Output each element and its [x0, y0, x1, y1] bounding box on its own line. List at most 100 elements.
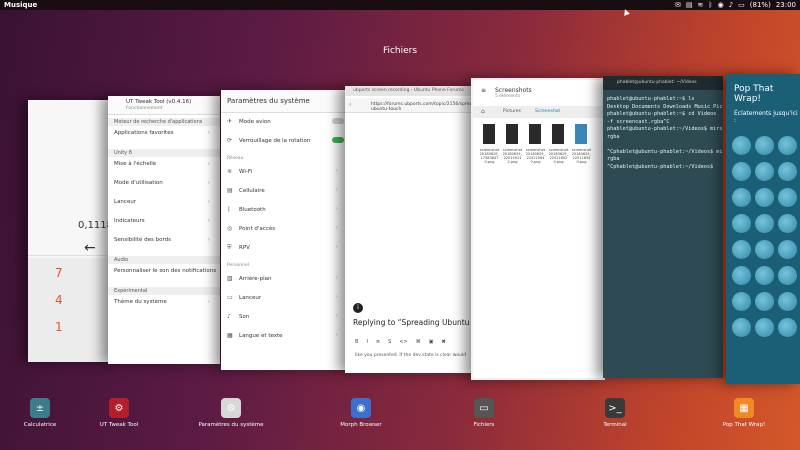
bubble[interactable]: [732, 318, 751, 337]
bubble[interactable]: [732, 266, 751, 285]
format-tool-icon[interactable]: ▣: [429, 339, 434, 345]
tab-bar[interactable]: ubports screen recording - Ubuntu Phone …: [345, 86, 475, 96]
format-tool-icon[interactable]: ⌘: [416, 339, 421, 345]
app-icon[interactable]: ◉: [351, 398, 371, 418]
format-tool-icon[interactable]: S: [388, 339, 391, 345]
window-card-morph-browser[interactable]: ubports screen recording - Ubuntu Phone …: [345, 86, 475, 373]
bluetooth-icon[interactable]: ᛒ: [708, 0, 712, 10]
settings-item[interactable]: ⟳ Verrouillage de la rotation: [221, 137, 348, 144]
location-icon[interactable]: ◉: [718, 0, 724, 10]
dock-item-morph-browser[interactable]: ◉ Morph Browser: [321, 398, 401, 428]
hamburger-icon[interactable]: ≡: [481, 87, 486, 94]
settings-item[interactable]: ▭ Lanceur ›: [221, 294, 348, 301]
app-icon[interactable]: ▭: [474, 398, 494, 418]
wifi-icon[interactable]: ≋: [698, 0, 704, 10]
dock-item-calculatrice[interactable]: ± Calculatrice: [0, 398, 80, 428]
settings-item[interactable]: ▤ Cellulaire ›: [221, 187, 348, 194]
file-thumbnail[interactable]: [506, 124, 518, 144]
battery-percent[interactable]: (81%): [750, 0, 771, 10]
format-tool-icon[interactable]: ✖: [441, 339, 445, 345]
bubble[interactable]: [755, 162, 774, 181]
battery-icon[interactable]: ▭: [738, 0, 745, 10]
file-thumbnail[interactable]: [575, 124, 587, 144]
app-icon[interactable]: ⚙: [221, 398, 241, 418]
window-card-system-settings[interactable]: Paramètres du système ✈ Mode avion ⟳ Verrou…: [221, 90, 348, 370]
bubble[interactable]: [732, 188, 751, 207]
reply-text[interactable]: like you presented. If the dev state is …: [355, 353, 466, 358]
app-icon[interactable]: ±: [30, 398, 50, 418]
backspace-icon[interactable]: ←: [84, 240, 96, 256]
bubble[interactable]: [755, 240, 774, 259]
bubble[interactable]: [732, 136, 751, 155]
format-tool-icon[interactable]: ≡: [376, 339, 380, 345]
bubble[interactable]: [755, 188, 774, 207]
window-card-tweak-tool[interactable]: UT Tweak Tool (v0.4.16) Fonctionnement M…: [108, 96, 220, 364]
bubble[interactable]: [778, 162, 797, 181]
bubble[interactable]: [755, 214, 774, 233]
key-1[interactable]: 1: [55, 320, 63, 334]
file-thumbnail[interactable]: [483, 124, 495, 144]
bubble[interactable]: [755, 292, 774, 311]
dock-item-fichiers[interactable]: ▭ Fichiers: [444, 398, 524, 428]
key-7[interactable]: 7: [55, 266, 63, 280]
settings-item[interactable]: ♪ Son ›: [221, 313, 348, 320]
tweak-list-item[interactable]: Thème du système ›: [108, 299, 220, 305]
window-card-files[interactable]: ≡ Screenshots 5 éléments ⌂ Pictures Scre…: [471, 78, 605, 380]
toggle-switch[interactable]: [332, 137, 344, 143]
indicator-tray[interactable]: ✉ ▤ ≋ ᛒ ◉ ♪ ▭ (81%) 23:00: [675, 0, 796, 10]
settings-item[interactable]: ≋ Wi-Fi ›: [221, 168, 348, 175]
format-tool-icon[interactable]: I: [366, 339, 367, 345]
bubble[interactable]: [778, 214, 797, 233]
tweak-list-item[interactable]: Lanceur ›: [108, 199, 220, 205]
window-card-calculator[interactable]: 0,1118 ← 7 4 1: [28, 100, 113, 362]
bubble[interactable]: [732, 214, 751, 233]
sound-icon[interactable]: ♪: [729, 0, 733, 10]
tweak-list-item[interactable]: Indicateurs ›: [108, 218, 220, 224]
settings-item[interactable]: ⛨ RPV ›: [221, 244, 348, 252]
tweak-list-item[interactable]: Applications favorites ›: [108, 130, 220, 136]
app-icon[interactable]: ⚙: [109, 398, 129, 418]
bubble[interactable]: [778, 240, 797, 259]
url-input[interactable]: https://forums.ubports.com/topic/2156/sp…: [371, 102, 475, 112]
bubble[interactable]: [732, 292, 751, 311]
tab-title[interactable]: ubports screen recording - Ubuntu Phone …: [353, 88, 464, 93]
bubble[interactable]: [732, 240, 751, 259]
back-icon[interactable]: ‹: [349, 101, 351, 108]
bubble[interactable]: [755, 266, 774, 285]
home-icon[interactable]: ⌂: [481, 108, 485, 115]
settings-item[interactable]: ✈ Mode avion: [221, 118, 348, 125]
bubble[interactable]: [778, 292, 797, 311]
tweak-list-item[interactable]: Mise à l'échelle ›: [108, 161, 220, 167]
info-icon[interactable]: i: [353, 303, 363, 313]
settings-item[interactable]: ▦ Langue et texte ›: [221, 332, 348, 339]
app-icon[interactable]: ▦: [734, 398, 754, 418]
url-bar[interactable]: ‹ https://forums.ubports.com/topic/2156/…: [345, 98, 475, 113]
settings-item[interactable]: ▧ Arrière-plan ›: [221, 275, 348, 282]
app-icon[interactable]: >_: [605, 398, 625, 418]
toggle-switch[interactable]: [332, 118, 344, 124]
dock-item-pop-that-wrap-[interactable]: ▦ Pop That Wrap!: [704, 398, 784, 428]
breadcrumb-screenshot[interactable]: Screenshot: [535, 109, 560, 114]
tweak-list-item[interactable]: Mode d'utilisation ›: [108, 180, 220, 186]
breadcrumb-pictures[interactable]: Pictures: [503, 109, 521, 114]
format-tool-icon[interactable]: <>: [399, 339, 407, 345]
file-thumbnail[interactable]: [552, 124, 564, 144]
settings-item[interactable]: ◎ Point d'accès ›: [221, 225, 348, 232]
tweak-list-item[interactable]: Personnaliser le son des notifications ›: [108, 268, 220, 274]
tweak-list-item[interactable]: Sensibilité des bords ›: [108, 237, 220, 243]
bubble[interactable]: [755, 136, 774, 155]
bubble[interactable]: [755, 318, 774, 337]
message-icon[interactable]: ✉: [675, 0, 681, 10]
dock-item-param-tres-du-syst-me[interactable]: ⚙ Paramètres du système: [191, 398, 271, 428]
window-card-pop-that-wrap[interactable]: Pop That Wrap! Éclatements jusqu'ici :: [726, 74, 800, 384]
network-icon[interactable]: ▤: [686, 0, 693, 10]
settings-item[interactable]: ᛒ Bluetooth ›: [221, 206, 348, 213]
bubble[interactable]: [732, 162, 751, 181]
file-thumbnail[interactable]: [529, 124, 541, 144]
dock-item-ut-tweak-tool[interactable]: ⚙ UT Tweak Tool: [79, 398, 159, 428]
format-tool-icon[interactable]: B: [355, 339, 358, 345]
clock[interactable]: 23:00: [776, 0, 796, 10]
key-4[interactable]: 4: [55, 293, 63, 307]
bubble[interactable]: [778, 266, 797, 285]
dock-item-terminal[interactable]: >_ Terminal: [575, 398, 655, 428]
